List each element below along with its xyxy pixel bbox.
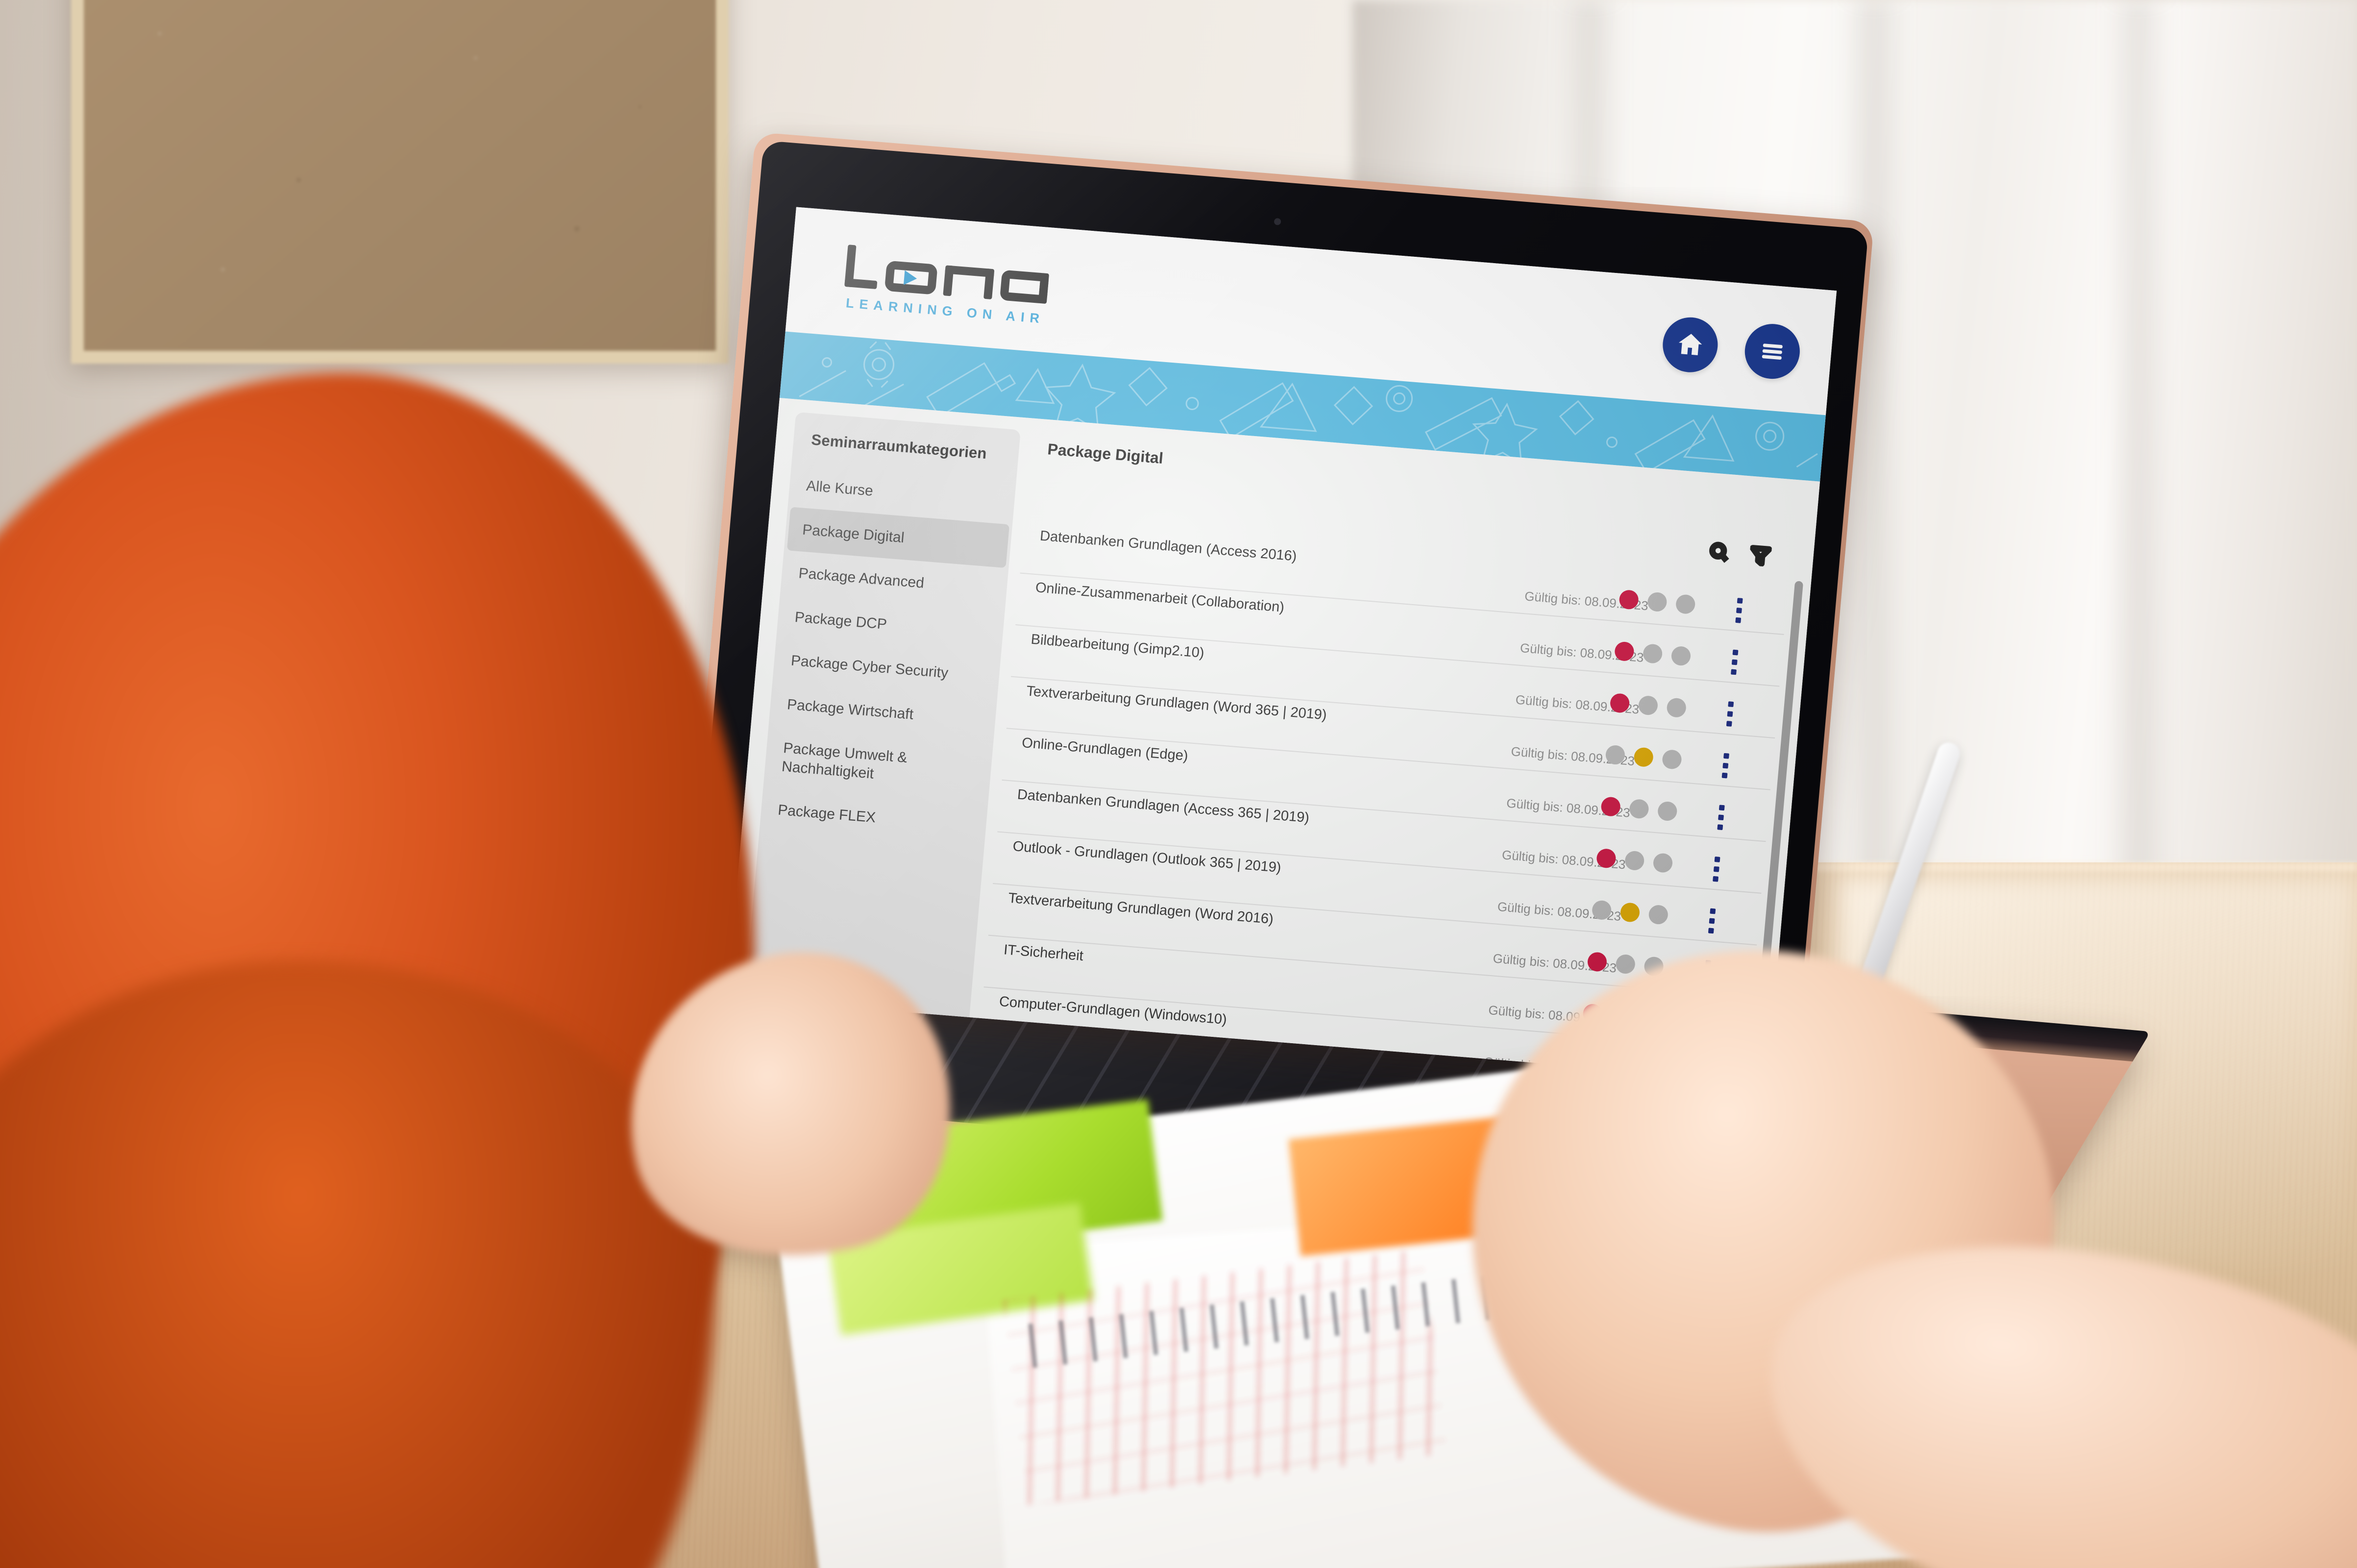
kebab-menu-icon[interactable] [1717, 805, 1725, 831]
sidebar-title: Seminarraumkategorien [810, 431, 988, 463]
status-dot-gray [1666, 697, 1687, 718]
laptop-lid: LEARNING ON AIR Seminarraumkategorien Al… [662, 132, 1874, 1082]
search-icon[interactable] [1708, 540, 1731, 564]
play-triangle-icon [903, 270, 918, 286]
status-dot-gray [1652, 853, 1673, 874]
category-sidebar: Seminarraumkategorien Alle Kurse Package… [744, 412, 1021, 1018]
status-dot-gray [1638, 695, 1659, 716]
kebab-menu-icon[interactable] [1731, 649, 1739, 675]
status-dot-amber [1620, 902, 1641, 923]
status-dot-gray [1661, 749, 1683, 770]
filter-funnel-icon[interactable] [1749, 544, 1772, 567]
lona-web-app: LEARNING ON AIR Seminarraumkategorien Al… [727, 207, 1837, 1082]
kebab-menu-icon[interactable] [1721, 753, 1729, 779]
course-name: IT-Sicherheit [1003, 942, 1084, 964]
status-dot-gray [1648, 904, 1669, 925]
sidebar-nav: Alle Kurse Package Digital Package Advan… [760, 463, 1016, 849]
status-dot-red [1587, 951, 1608, 972]
status-dot-gray [1657, 801, 1678, 822]
corkboard [71, 0, 729, 364]
status-dot-red [1609, 692, 1630, 713]
logo-letter-l-foot [844, 278, 878, 290]
status-dot-red [1596, 848, 1617, 869]
kebab-menu-icon[interactable] [1713, 857, 1720, 882]
logo-letter-a [999, 270, 1050, 304]
home-button[interactable] [1660, 315, 1720, 374]
course-name: Datenbanken Grundlagen (Access 2016) [1039, 528, 1298, 564]
photo-scene: LEARNING ON AIR Seminarraumkategorien Al… [0, 0, 2357, 1568]
status-dot-red [1600, 796, 1621, 817]
status-dot-gray [1591, 900, 1612, 921]
status-dot-gray [1642, 643, 1663, 664]
status-dot-gray [1670, 645, 1692, 666]
status-dot-gray [1646, 591, 1668, 612]
menu-button[interactable] [1743, 321, 1802, 381]
laptop: LEARNING ON AIR Seminarraumkategorien Al… [535, 132, 2185, 1340]
status-dot-gray [1615, 954, 1636, 975]
status-dot-gray [1605, 744, 1626, 765]
page-title: Package Digital [1047, 440, 1164, 467]
kebab-menu-icon[interactable] [1726, 701, 1734, 727]
status-dot-gray [1624, 850, 1645, 871]
status-dot-red [1618, 589, 1640, 610]
home-icon [1678, 334, 1702, 355]
cork-texture [84, 0, 716, 351]
logo-letter-n [943, 265, 995, 300]
status-dot-amber [1633, 747, 1654, 768]
kebab-menu-icon[interactable] [1735, 598, 1743, 623]
list-toolbar [1708, 540, 1772, 567]
hamburger-menu-icon [1762, 343, 1783, 360]
lona-logo[interactable]: LEARNING ON AIR [840, 242, 1056, 332]
status-dot-gray [1628, 798, 1650, 819]
kebab-menu-icon[interactable] [1708, 908, 1716, 934]
status-dot-gray [1675, 594, 1696, 615]
status-dot-red [1614, 641, 1635, 662]
laptop-screen: LEARNING ON AIR Seminarraumkategorien Al… [727, 207, 1837, 1082]
